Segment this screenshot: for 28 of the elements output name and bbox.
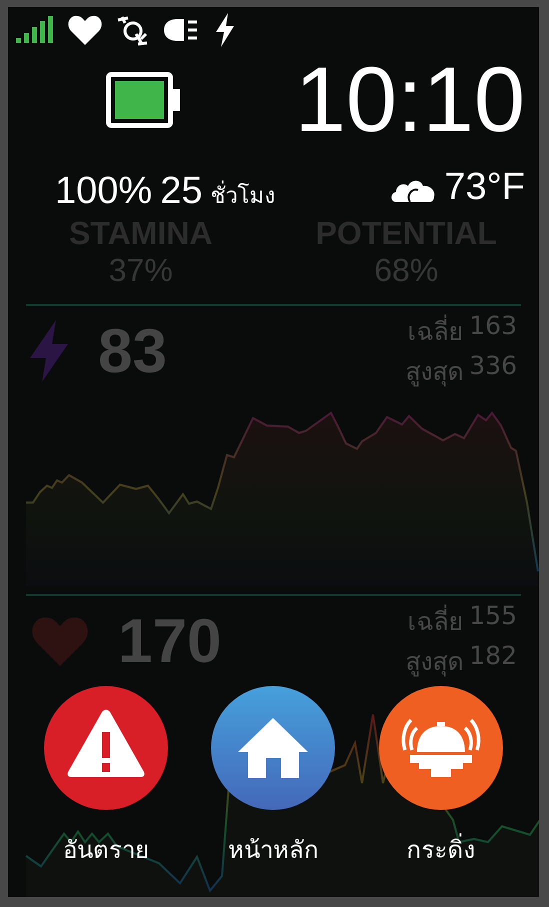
home-icon — [211, 686, 336, 810]
battery-icon — [106, 72, 182, 128]
bell-icon — [379, 686, 504, 810]
runtime-unit: ชั่วโมง — [210, 178, 276, 212]
clock-time: 10:10 — [294, 54, 525, 146]
home-button[interactable]: หน้าหลัก — [211, 686, 336, 869]
lightning-icon — [30, 320, 70, 382]
stat-value: 182 — [469, 641, 517, 672]
stat-value: 155 — [469, 601, 517, 632]
signal-icon — [16, 16, 54, 44]
sensor-icon — [116, 14, 150, 46]
lightning-icon — [214, 12, 236, 46]
field-value: 170 — [118, 606, 222, 676]
danger-button[interactable]: อันตราย — [44, 686, 168, 869]
temperature: 73°F — [444, 166, 525, 209]
heart-icon — [30, 616, 90, 666]
heart-icon — [68, 14, 102, 44]
field-value: 83 — [98, 316, 168, 386]
battery-percent: 100% — [55, 170, 152, 212]
stat-label: เฉลี่ย — [407, 601, 464, 641]
stat-value: 163 — [469, 311, 517, 342]
stat-label: เฉลี่ย — [407, 311, 464, 351]
warning-icon — [44, 686, 168, 810]
stat-label: สูงสุด — [405, 646, 464, 678]
runtime-value: 25 — [160, 170, 202, 212]
stat-value: 336 — [469, 351, 517, 382]
stat-label: สูงสุด — [405, 356, 464, 388]
bell-button[interactable]: กระดิ่ง — [379, 686, 504, 869]
